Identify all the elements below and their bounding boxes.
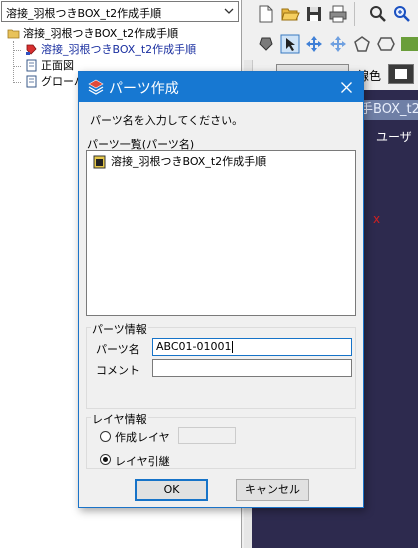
radio-inherit-layer[interactable]: [100, 454, 111, 465]
create-part-dialog: パーツ作成 パーツ名を入力してください。 パーツ一覧(パーツ名) 溶接_羽根つき…: [78, 71, 364, 508]
radio-create-layer[interactable]: [100, 431, 111, 442]
move-gray-icon[interactable]: [328, 34, 348, 54]
app-logo-icon: [88, 79, 104, 95]
tree-item-label: 溶接_羽根つきBOX_t2作成手順: [23, 27, 179, 40]
polygon-icon[interactable]: [376, 34, 396, 54]
line-color-swatch[interactable]: [388, 64, 414, 84]
part-name-value: ABC01-01001: [156, 340, 232, 353]
move-blue-icon[interactable]: [304, 34, 324, 54]
tree-connector: [13, 41, 14, 83]
save-icon[interactable]: [304, 4, 324, 24]
part-name-input[interactable]: ABC01-01001: [152, 338, 352, 356]
instruction-text: パーツ名を入力してください。: [90, 114, 244, 127]
close-icon: [341, 82, 352, 93]
select-arrow-icon[interactable]: [280, 34, 300, 54]
layer-number-icon[interactable]: [400, 34, 418, 54]
part-file-icon: [93, 155, 106, 169]
open-folder-icon[interactable]: [280, 4, 300, 24]
dialog-titlebar[interactable]: パーツ作成: [79, 72, 363, 102]
print-icon[interactable]: [328, 4, 348, 24]
new-file-icon[interactable]: [256, 4, 276, 24]
text-caret: [231, 341, 233, 353]
create-layer-input[interactable]: [178, 427, 236, 444]
create-layer-label: 作成レイヤ: [115, 431, 170, 444]
close-button[interactable]: [329, 72, 363, 102]
cancel-button[interactable]: キャンセル: [236, 479, 309, 501]
ok-button[interactable]: OK: [135, 479, 208, 501]
tree-connector: [14, 66, 21, 67]
viewport-tab[interactable]: 手BOX_t2: [356, 100, 418, 120]
rotate-view-icon[interactable]: [256, 34, 276, 54]
zoom-icon[interactable]: [368, 4, 388, 24]
comment-label: コメント: [96, 364, 140, 377]
list-item-label: 溶接_羽根つきBOX_t2作成手順: [111, 155, 267, 168]
tree-item-label: 正面図: [41, 59, 74, 72]
pentagon-icon[interactable]: [352, 34, 372, 54]
view-icon: [26, 75, 37, 88]
part-info-title: パーツ情報: [91, 321, 148, 337]
zoom-in-icon[interactable]: [392, 4, 412, 24]
layer-info-title: レイヤ情報: [91, 411, 148, 427]
viewport-label: ユーザ: [376, 130, 412, 144]
axis-marker: x: [373, 212, 381, 226]
part-listbox[interactable]: 溶接_羽根つきBOX_t2作成手順: [86, 150, 356, 316]
part-red-icon: [26, 44, 37, 55]
comment-input[interactable]: [152, 359, 352, 377]
folder-icon: [7, 29, 20, 39]
document-combo-value: 溶接_羽根つきBOX_t2作成手順: [6, 7, 162, 20]
part-name-label: パーツ名: [96, 343, 140, 356]
dialog-title: パーツ作成: [109, 81, 179, 97]
tree-connector: [14, 82, 21, 83]
toolbar-separator: [354, 2, 355, 26]
document-combo[interactable]: 溶接_羽根つきBOX_t2作成手順: [1, 1, 239, 22]
tree-connector: [14, 50, 21, 51]
inherit-layer-label: レイヤ引継: [115, 455, 170, 468]
view-icon: [26, 59, 37, 72]
tree-item-label: 溶接_羽根つきBOX_t2作成手順: [41, 43, 197, 56]
chevron-down-icon: [224, 8, 234, 14]
